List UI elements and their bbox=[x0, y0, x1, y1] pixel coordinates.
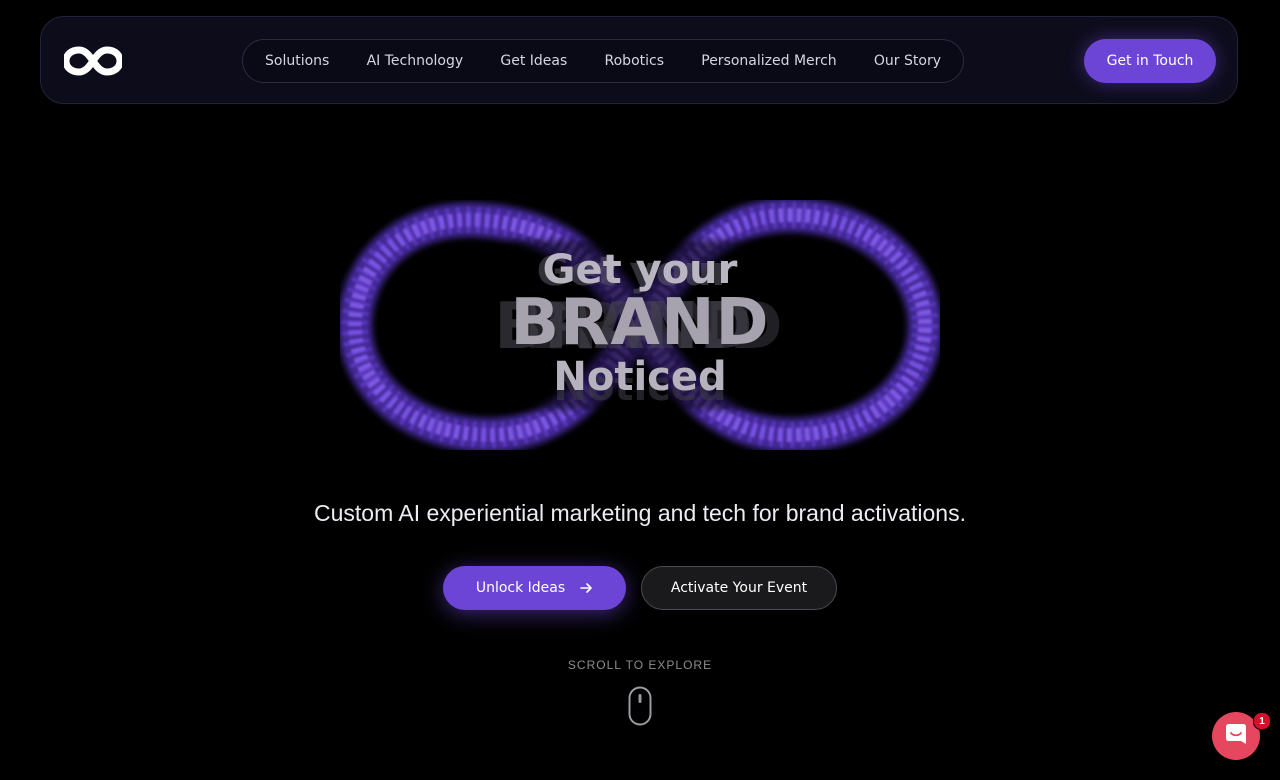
arrow-right-icon bbox=[579, 581, 593, 595]
chat-icon bbox=[1223, 721, 1249, 751]
nav-item-get-ideas[interactable]: Get Ideas bbox=[500, 53, 567, 69]
nav-item-ai-technology[interactable]: AI Technology bbox=[367, 53, 464, 69]
unlock-ideas-button[interactable]: Unlock Ideas bbox=[443, 566, 626, 610]
infinity-logo-icon[interactable] bbox=[62, 45, 124, 77]
chat-notification-badge: 1 bbox=[1253, 712, 1271, 730]
nav-item-personalized-merch[interactable]: Personalized Merch bbox=[701, 53, 836, 69]
navbar: Solutions AI Technology Get Ideas Roboti… bbox=[40, 16, 1238, 104]
page: Solutions AI Technology Get Ideas Roboti… bbox=[0, 0, 1280, 780]
headline-line-3: Noticed bbox=[553, 354, 727, 400]
headline-line-2: BRAND bbox=[510, 286, 770, 360]
nav-item-solutions[interactable]: Solutions bbox=[265, 53, 329, 69]
hero-headline: Get your BRAND Noticed bbox=[440, 250, 840, 398]
unlock-ideas-label: Unlock Ideas bbox=[475, 580, 566, 596]
scroll-to-explore-label: SCROLL TO EXPLORE bbox=[567, 658, 713, 672]
nav-item-robotics[interactable]: Robotics bbox=[605, 53, 665, 69]
mouse-icon[interactable] bbox=[628, 686, 652, 726]
get-in-touch-button[interactable]: Get in Touch bbox=[1084, 39, 1216, 83]
nav-item-our-story[interactable]: Our Story bbox=[874, 53, 941, 69]
main-nav: Solutions AI Technology Get Ideas Roboti… bbox=[242, 39, 964, 83]
hero-tagline: Custom AI experiential marketing and tec… bbox=[313, 500, 966, 526]
headline-line-1: Get your bbox=[542, 247, 738, 293]
activate-your-event-button[interactable]: Activate Your Event bbox=[641, 566, 837, 610]
